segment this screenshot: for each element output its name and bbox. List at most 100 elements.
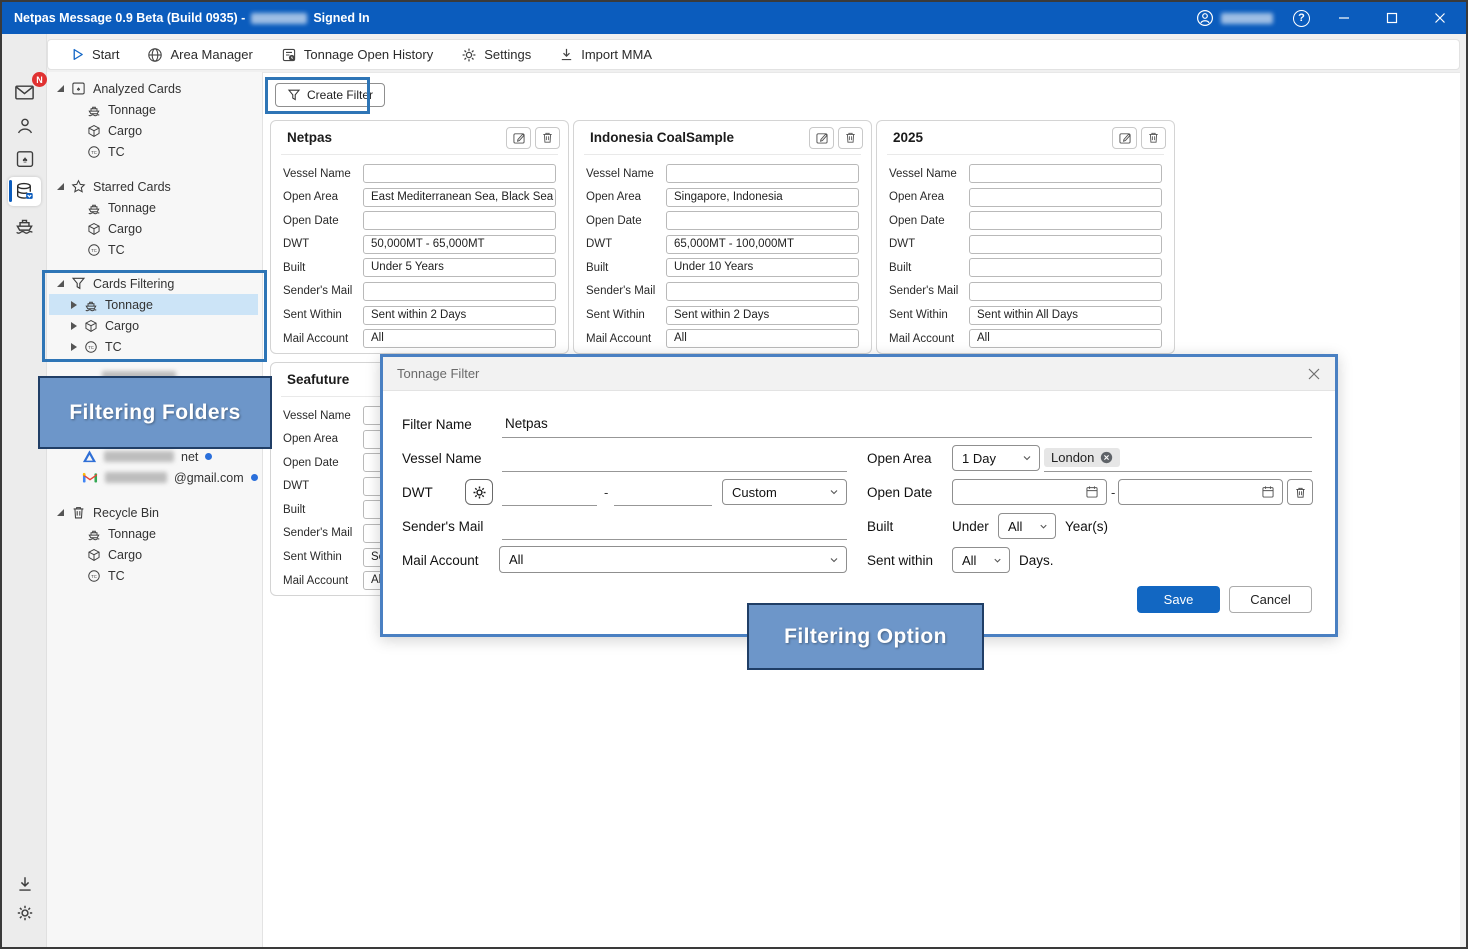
delete-card-button[interactable]: [1141, 127, 1166, 149]
tree-analyzed-tc[interactable]: TC TC: [47, 141, 260, 162]
gear-icon: [461, 47, 477, 63]
minimize-button[interactable]: [1330, 6, 1358, 30]
senders-mail-field[interactable]: [969, 282, 1162, 301]
vessel-name-input[interactable]: [502, 444, 847, 472]
open-area-period-select[interactable]: 1 Day: [952, 445, 1040, 471]
tree-filtering-tc[interactable]: TC TC: [47, 336, 260, 357]
dialog-title: Tonnage Filter: [397, 366, 479, 381]
tree-recycle-cargo[interactable]: Cargo: [47, 544, 260, 565]
tree-starred-tc[interactable]: TC TC: [47, 239, 260, 260]
open-date-to-input[interactable]: [1118, 479, 1283, 505]
delete-card-button[interactable]: [535, 127, 560, 149]
rail-download-button[interactable]: [8, 869, 41, 898]
create-filter-button[interactable]: Create Filter: [275, 83, 385, 107]
expanded-triangle-icon[interactable]: [57, 85, 64, 92]
dwt-from-input[interactable]: [502, 478, 597, 506]
tree-analyzed-tonnage[interactable]: Tonnage: [47, 99, 260, 120]
mail-account-select[interactable]: All: [499, 546, 847, 573]
collapsed-triangle-icon[interactable]: [71, 343, 77, 351]
dwt-preset-select[interactable]: Custom: [722, 479, 847, 505]
tonnage-open-history-button[interactable]: Tonnage Open History: [281, 47, 433, 63]
collapsed-triangle-icon[interactable]: [71, 322, 77, 330]
senders-mail-field[interactable]: [363, 282, 556, 301]
import-mma-button[interactable]: Import MMA: [559, 47, 652, 62]
dwt-field[interactable]: 50,000MT - 65,000MT: [363, 235, 556, 254]
dwt-settings-button[interactable]: [465, 479, 493, 505]
tree-recycle-tc[interactable]: TC TC: [47, 565, 260, 586]
senders-mail-input[interactable]: [502, 512, 847, 540]
tree-account-2[interactable]: @gmail.com: [47, 467, 260, 488]
expanded-triangle-icon[interactable]: [57, 509, 64, 516]
expanded-triangle-icon[interactable]: [57, 280, 64, 287]
tree-cards-filtering[interactable]: Cards Filtering: [47, 273, 260, 294]
maximize-button[interactable]: [1378, 6, 1406, 30]
close-button[interactable]: [1426, 6, 1454, 30]
filter-name-input[interactable]: Netpas: [502, 410, 1312, 438]
dialog-close-button[interactable]: [1307, 367, 1321, 381]
collapsed-triangle-icon[interactable]: [71, 301, 77, 309]
open-date-field[interactable]: [969, 211, 1162, 230]
open-date-from-input[interactable]: [952, 479, 1107, 505]
dwt-field[interactable]: [969, 235, 1162, 254]
sent-within-select[interactable]: All: [952, 547, 1010, 573]
vessels-nav-button[interactable]: [8, 210, 41, 239]
open-area-field[interactable]: [969, 188, 1162, 207]
sent-within-field[interactable]: Sent within 2 Days: [666, 306, 859, 325]
rail-settings-button[interactable]: [8, 898, 41, 927]
built-field[interactable]: Under 5 Years: [363, 258, 556, 277]
built-field[interactable]: Under 10 Years: [666, 258, 859, 277]
vessel-name-field[interactable]: [363, 164, 556, 183]
tree-filtering-cargo[interactable]: Cargo: [47, 315, 260, 336]
analyzed-cards-nav-button[interactable]: ♠: [8, 144, 41, 173]
cancel-button[interactable]: Cancel: [1229, 586, 1312, 613]
settings-button[interactable]: Settings: [461, 47, 531, 63]
field-label: Built: [283, 262, 363, 274]
mail-account-field[interactable]: All: [666, 329, 859, 348]
mail-account-field[interactable]: All: [969, 329, 1162, 348]
remove-chip-icon[interactable]: [1100, 451, 1113, 464]
tree-recycle-tonnage[interactable]: Tonnage: [47, 523, 260, 544]
mail-account-field[interactable]: All: [363, 329, 556, 348]
delete-card-button[interactable]: [838, 127, 863, 149]
help-button[interactable]: ?: [1293, 10, 1310, 27]
tree-starred-cargo[interactable]: Cargo: [47, 218, 260, 239]
built-field[interactable]: [969, 258, 1162, 277]
save-button[interactable]: Save: [1137, 586, 1220, 613]
open-area-input[interactable]: London: [1044, 444, 1312, 472]
open-date-field[interactable]: [363, 211, 556, 230]
built-select[interactable]: All: [998, 513, 1056, 539]
tree-starred-cards[interactable]: Starred Cards: [47, 176, 260, 197]
open-date-field[interactable]: [666, 211, 859, 230]
area-manager-button[interactable]: Area Manager: [147, 47, 252, 63]
edit-card-button[interactable]: [809, 127, 834, 149]
tree-account-1[interactable]: net: [47, 446, 260, 467]
contacts-nav-button[interactable]: [8, 111, 41, 140]
edit-card-button[interactable]: [506, 127, 531, 149]
tree-analyzed-cargo[interactable]: Cargo: [47, 120, 260, 141]
tree-starred-tonnage[interactable]: Tonnage: [47, 197, 260, 218]
sent-within-field[interactable]: Sent within All Days: [969, 306, 1162, 325]
sent-within-field[interactable]: Sent within 2 Days: [363, 306, 556, 325]
vessel-name-field[interactable]: [666, 164, 859, 183]
globe-icon: [147, 47, 163, 63]
dwt-to-input[interactable]: [614, 478, 712, 506]
tree-recycle-bin[interactable]: Recycle Bin: [47, 502, 260, 523]
card-spade-icon: ♠: [71, 81, 86, 96]
tree-filtering-tonnage[interactable]: Tonnage: [49, 294, 258, 315]
tree-analyzed-cards[interactable]: ♠ Analyzed Cards: [47, 78, 260, 99]
senders-mail-field[interactable]: [666, 282, 859, 301]
mail-nav-button[interactable]: N: [8, 78, 41, 107]
start-button[interactable]: Start: [70, 47, 119, 62]
open-area-field[interactable]: Singapore, Indonesia: [666, 188, 859, 207]
open-area-chip[interactable]: London: [1044, 448, 1120, 467]
dwt-field[interactable]: 65,000MT - 100,000MT: [666, 235, 859, 254]
edit-card-button[interactable]: [1112, 127, 1137, 149]
tree-label: Cards Filtering: [93, 277, 174, 291]
expanded-triangle-icon[interactable]: [57, 183, 64, 190]
vessel-name-label: Vessel Name: [402, 444, 482, 472]
cards-database-nav-button[interactable]: [8, 177, 41, 206]
vessel-name-field[interactable]: [969, 164, 1162, 183]
clear-open-date-button[interactable]: [1287, 479, 1313, 505]
open-area-field[interactable]: East Mediterranean Sea, Black Sea: [363, 188, 556, 207]
field-label: Built: [283, 504, 363, 516]
